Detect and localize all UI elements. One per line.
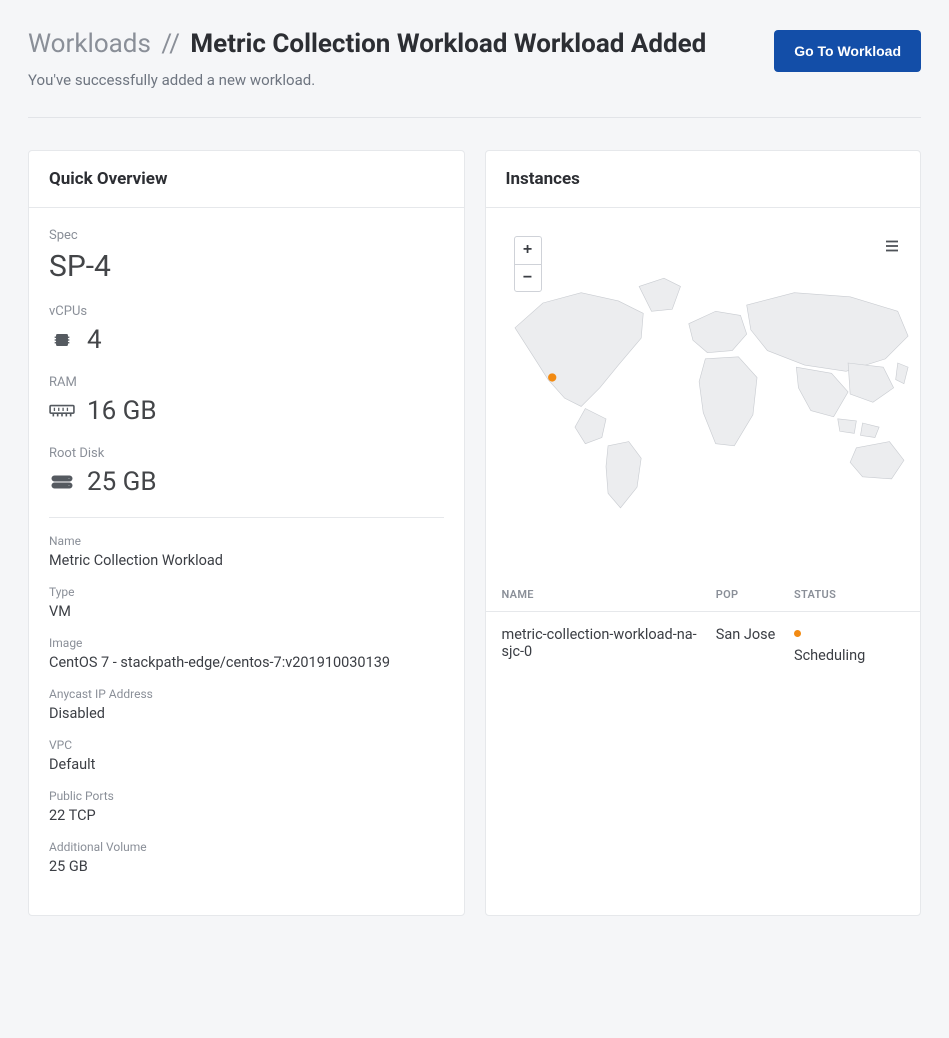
map-zoom-controls: + − <box>514 236 542 292</box>
go-to-workload-button[interactable]: Go To Workload <box>774 30 921 72</box>
col-header-status: STATUS <box>794 578 920 612</box>
detail-anycast: Anycast IP Address Disabled <box>49 687 444 722</box>
disk-row: 25 GB <box>49 467 444 497</box>
detail-label: Anycast IP Address <box>49 687 444 701</box>
detail-label: Name <box>49 534 444 548</box>
spec-block-ram: RAM 16 GB <box>49 375 444 426</box>
detail-value: CentOS 7 - stackpath-edge/centos-7:v2019… <box>49 654 444 671</box>
col-header-pop: POP <box>716 578 794 612</box>
ram-label: RAM <box>49 375 444 390</box>
overview-divider <box>49 517 444 518</box>
disk-value: 25 GB <box>87 467 157 497</box>
disk-icon <box>49 471 75 493</box>
cpu-icon <box>49 329 75 351</box>
col-header-name: NAME <box>486 578 716 612</box>
map-menu-button[interactable] <box>880 236 904 260</box>
vcpu-label: vCPUs <box>49 304 444 319</box>
map-marker-san-jose <box>548 373 556 381</box>
detail-value: Default <box>49 756 444 773</box>
breadcrumb-root: Workloads <box>28 29 151 59</box>
instances-table: NAME POP STATUS metric-collection-worklo… <box>486 578 921 678</box>
detail-label: Image <box>49 636 444 650</box>
world-map <box>486 208 921 578</box>
page-title: Metric Collection Workload Workload Adde… <box>190 29 706 59</box>
status-dot-icon <box>794 630 801 637</box>
page-subtitle: You've successfully added a new workload… <box>28 71 774 89</box>
table-header-row: NAME POP STATUS <box>486 578 921 612</box>
detail-image: Image CentOS 7 - stackpath-edge/centos-7… <box>49 636 444 671</box>
detail-value: Metric Collection Workload <box>49 552 444 569</box>
spec-block-disk: Root Disk 25 GB <box>49 446 444 497</box>
instances-title: Instances <box>486 151 921 208</box>
breadcrumb-separator: // <box>161 29 180 59</box>
page-header: Workloads // Metric Collection Workload … <box>28 28 921 118</box>
content-columns: Quick Overview Spec SP-4 vCPUs 4 RAM <box>28 150 921 916</box>
detail-volume: Additional Volume 25 GB <box>49 840 444 875</box>
instance-pop: San Jose <box>716 611 794 678</box>
table-row[interactable]: metric-collection-workload-na-sjc-0 San … <box>486 611 921 678</box>
detail-value: Disabled <box>49 705 444 722</box>
quick-overview-title: Quick Overview <box>29 151 464 208</box>
quick-overview-body: Spec SP-4 vCPUs 4 RAM 16 GB <box>29 208 464 915</box>
instance-name: metric-collection-workload-na-sjc-0 <box>486 611 716 678</box>
vcpu-value: 4 <box>87 325 102 355</box>
detail-vpc: VPC Default <box>49 738 444 773</box>
spec-value: SP-4 <box>49 249 444 284</box>
detail-label: Type <box>49 585 444 599</box>
spec-block-spec: Spec SP-4 <box>49 228 444 284</box>
detail-ports: Public Ports 22 TCP <box>49 789 444 824</box>
detail-type: Type VM <box>49 585 444 620</box>
instance-status: Scheduling <box>794 611 920 678</box>
zoom-out-button[interactable]: − <box>514 264 542 292</box>
detail-label: Public Ports <box>49 789 444 803</box>
vcpu-row: 4 <box>49 325 444 355</box>
disk-label: Root Disk <box>49 446 444 461</box>
zoom-in-button[interactable]: + <box>514 236 542 264</box>
memory-icon <box>49 400 75 422</box>
hamburger-icon <box>883 237 901 255</box>
header-title-group: Workloads // Metric Collection Workload … <box>28 28 774 89</box>
map-container[interactable]: + − <box>486 208 921 578</box>
detail-value: 22 TCP <box>49 807 444 824</box>
ram-row: 16 GB <box>49 396 444 426</box>
detail-label: Additional Volume <box>49 840 444 854</box>
status-text: Scheduling <box>794 647 904 664</box>
spec-block-vcpu: vCPUs 4 <box>49 304 444 355</box>
spec-label: Spec <box>49 228 444 243</box>
quick-overview-card: Quick Overview Spec SP-4 vCPUs 4 RAM <box>28 150 465 916</box>
detail-value: 25 GB <box>49 858 444 875</box>
breadcrumb-title: Workloads // Metric Collection Workload … <box>28 28 774 61</box>
ram-value: 16 GB <box>87 396 157 426</box>
detail-label: VPC <box>49 738 444 752</box>
detail-value: VM <box>49 603 444 620</box>
instances-card: Instances + − <box>485 150 922 916</box>
instances-body: + − <box>486 208 921 915</box>
detail-name: Name Metric Collection Workload <box>49 534 444 569</box>
